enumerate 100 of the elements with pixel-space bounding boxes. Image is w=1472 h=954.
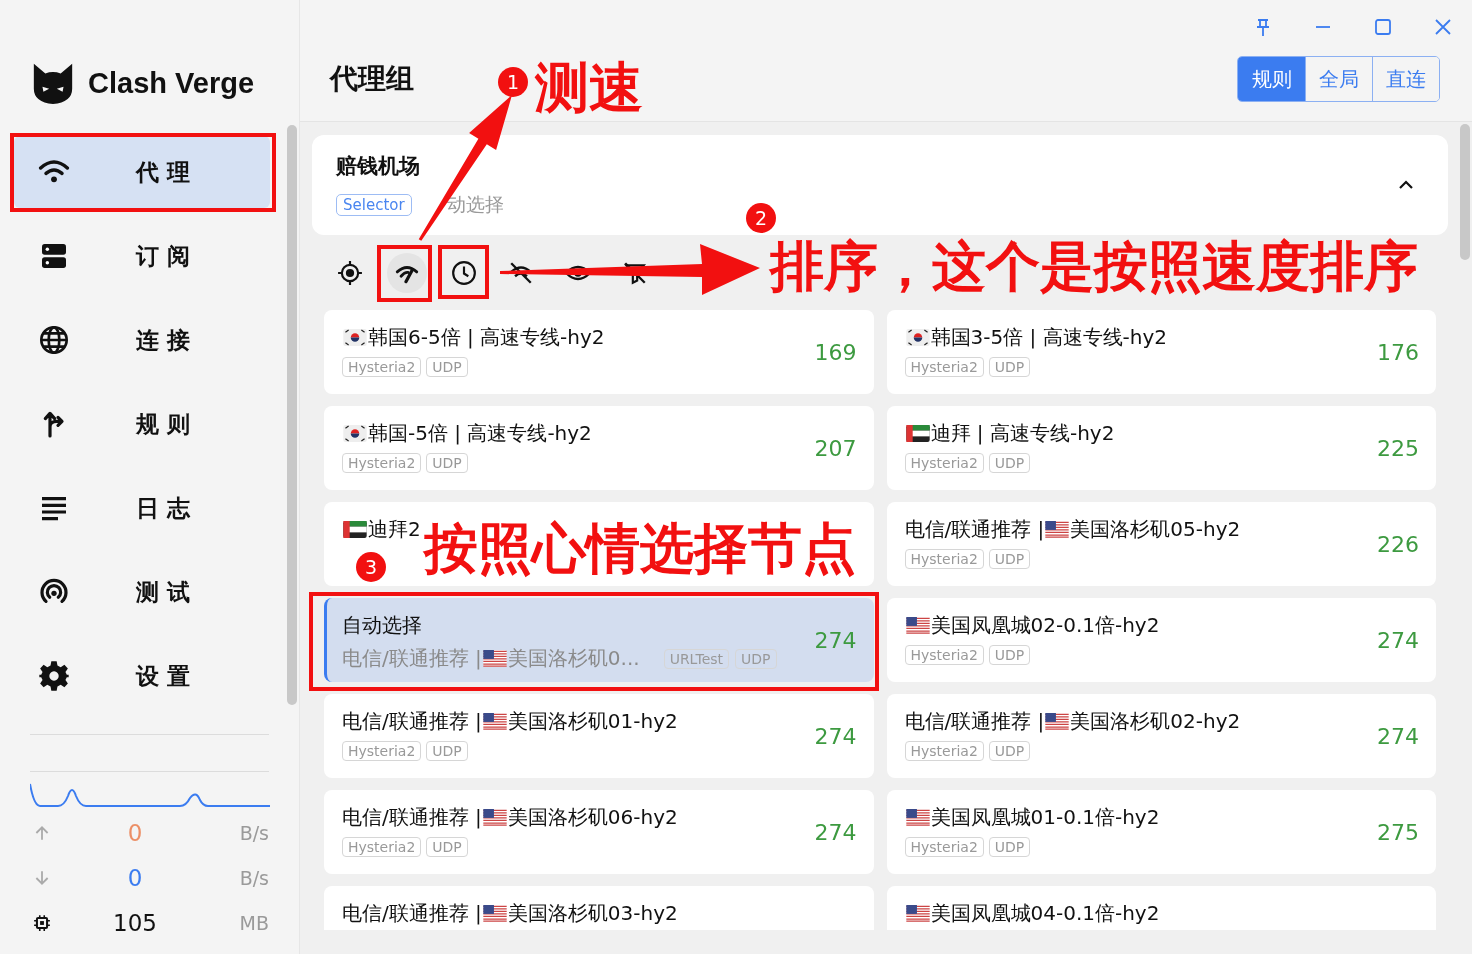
protocol-tag: Hysteria2 xyxy=(342,741,422,761)
latency: 275 xyxy=(1377,819,1419,845)
protocol-tag: Hysteria2 xyxy=(904,837,984,857)
proxy-card[interactable]: 韩国-5倍 | 高速专线-hy2 Hysteria2 UDP 207 xyxy=(324,406,874,490)
current-proxy: 动选择 xyxy=(446,192,504,217)
flag-icon xyxy=(482,905,507,922)
nav-item[interactable]: 代理 xyxy=(14,136,270,208)
proxy-name: 韩国3-5倍 | 高速专线-hy2 xyxy=(904,324,1168,351)
proxy-name: 电信/联通推荐 | 美国洛杉矶03-hy2 xyxy=(342,900,678,927)
flag-icon xyxy=(905,809,930,826)
protocol-tag: Hysteria2 xyxy=(904,357,984,377)
download-unit: B/s xyxy=(238,866,269,889)
flag-icon xyxy=(1045,713,1070,730)
memory-unit: MB xyxy=(238,911,269,934)
proxy-card[interactable]: 韩国3-5倍 | 高速专线-hy2 Hysteria2 UDP 176 xyxy=(886,310,1436,394)
protocol-tag: UDP xyxy=(735,648,777,669)
speed-test-button[interactable] xyxy=(387,252,427,293)
proxy-name: 电信/联通推荐 | 美国洛杉矶01-hy2 xyxy=(342,708,678,735)
flag-icon xyxy=(343,521,367,538)
proxy-name: 韩国6-5倍 | 高速专线-hy2 xyxy=(342,324,605,351)
page-title: 代理组 xyxy=(330,61,414,97)
down-arrow-icon xyxy=(33,868,51,887)
nav-item[interactable]: 设置 xyxy=(14,640,270,712)
nav-item[interactable]: 日志 xyxy=(14,472,270,544)
group-type-tag: Selector xyxy=(336,194,412,216)
flag-icon xyxy=(905,329,930,346)
proxy-card[interactable]: 自动选择 电信/联通推荐 | 美国洛杉矶0... URLTest UDP 274 xyxy=(324,598,874,682)
protocol-tag: Hysteria2 xyxy=(342,453,422,473)
flag-icon xyxy=(482,809,507,826)
clock-icon xyxy=(451,259,477,286)
proxy-name: 迪拜2 xyxy=(342,516,421,543)
proxy-name: 电信/联通推荐 | 美国洛杉矶05-hy2 xyxy=(904,516,1241,543)
protocol-tag: UDP xyxy=(426,453,468,473)
latency: 274 xyxy=(1377,723,1419,749)
proxy-card[interactable]: 电信/联通推荐 | 美国洛杉矶05-hy2 Hysteria2 UDP 226 xyxy=(886,502,1436,586)
latency: 169 xyxy=(814,339,857,365)
proxy-card[interactable]: 电信/联通推荐 | 美国洛杉矶06-hy2 Hysteria2 UDP 274 xyxy=(324,790,874,874)
protocol-tag: UDP xyxy=(988,453,1031,473)
flag-icon xyxy=(1045,521,1070,538)
protocol-tag: UDP xyxy=(426,837,468,857)
proxy-name: 美国凤凰城04-0.1倍-hy2 xyxy=(904,900,1160,927)
proxy-card[interactable]: 电信/联通推荐 | 美国洛杉矶01-hy2 Hysteria2 UDP 274 xyxy=(324,694,874,778)
protocol-tag: URLTest xyxy=(663,648,730,669)
settings-icon xyxy=(38,660,70,692)
proxy-name: 自动选择 xyxy=(342,612,423,639)
protocol-tag: Hysteria2 xyxy=(904,549,984,569)
latency: 226 xyxy=(1377,531,1419,557)
flag-icon xyxy=(482,650,507,667)
protocol-tag: UDP xyxy=(988,837,1031,857)
highlight-frame xyxy=(377,245,432,302)
scrollbar[interactable] xyxy=(287,125,297,705)
latency: 274 xyxy=(814,819,857,845)
proxy-name: 迪拜 | 高速专线-hy2 xyxy=(904,420,1115,447)
maximize-icon xyxy=(1373,17,1393,37)
annotation-caption: 排序，这个是按照速度排序 xyxy=(770,240,1418,294)
proxy-name: 美国凤凰城01-0.1倍-hy2 xyxy=(904,804,1160,831)
memory-usage: 105 xyxy=(112,909,158,936)
latency: 176 xyxy=(1377,339,1419,365)
proxy-card[interactable]: 美国凤凰城02-0.1倍-hy2 Hysteria2 UDP 274 xyxy=(886,598,1436,682)
proxy-name: 电信/联通推荐 | 美国洛杉矶02-hy2 xyxy=(904,708,1241,735)
nav-item[interactable]: 连接 xyxy=(14,304,270,376)
latency: 274 xyxy=(1377,627,1419,653)
flag-icon xyxy=(482,713,507,730)
proxy-card[interactable]: 美国凤凰城01-0.1倍-hy2 Hysteria2 UDP 275 xyxy=(886,790,1436,874)
protocol-tag: Hysteria2 xyxy=(904,453,984,473)
nav-item[interactable]: 订阅 xyxy=(14,220,270,292)
flag-icon xyxy=(905,905,930,922)
globe-icon xyxy=(38,324,70,356)
flag-icon xyxy=(905,617,930,634)
flag-icon xyxy=(343,425,367,442)
target-icon xyxy=(337,259,363,286)
proxy-card[interactable]: 韩国6-5倍 | 高速专线-hy2 Hysteria2 UDP 169 xyxy=(324,310,874,394)
protocol-tag: UDP xyxy=(988,357,1031,377)
latency: 225 xyxy=(1377,435,1419,461)
mode-tab[interactable]: 直连 xyxy=(1372,57,1439,101)
download-speed: 0 xyxy=(126,864,144,891)
app-name: Clash Verge xyxy=(88,66,255,100)
latency: 274 xyxy=(814,723,857,749)
nav-item[interactable]: 测试 xyxy=(14,556,270,628)
nav-item[interactable]: 规则 xyxy=(14,388,270,460)
annotation-caption: 按照心情选择节点 xyxy=(424,522,856,576)
mode-tab[interactable]: 规则 xyxy=(1238,57,1305,101)
protocol-tag: UDP xyxy=(988,645,1031,665)
protocol-tag: UDP xyxy=(426,357,468,377)
proxy-name: 电信/联通推荐 | 美国洛杉矶06-hy2 xyxy=(342,804,678,831)
group-name: 赔钱机场 xyxy=(336,153,421,180)
protocol-tag: Hysteria2 xyxy=(904,741,984,761)
chevron-icon[interactable] xyxy=(1398,180,1414,190)
close-icon xyxy=(1433,17,1453,37)
scrollbar[interactable] xyxy=(1460,124,1470,260)
proxy-card[interactable]: 电信/联通推荐 | 美国洛杉矶03-hy2 xyxy=(324,886,874,930)
proxy-card[interactable]: 美国凤凰城04-0.1倍-hy2 xyxy=(886,886,1436,930)
protocol-tag: Hysteria2 xyxy=(342,837,422,857)
minimize-icon xyxy=(1316,26,1330,28)
proxy-name: 美国凤凰城02-0.1倍-hy2 xyxy=(904,612,1160,639)
proxy-card[interactable]: 迪拜 | 高速专线-hy2 Hysteria2 UDP 225 xyxy=(886,406,1436,490)
protocol-tag: Hysteria2 xyxy=(904,645,984,665)
upload-speed: 0 xyxy=(126,819,144,846)
current-proxy-label: 电信/联通推荐 | 美国洛杉矶0... xyxy=(342,645,640,672)
proxy-card[interactable]: 电信/联通推荐 | 美国洛杉矶02-hy2 Hysteria2 UDP 274 xyxy=(886,694,1436,778)
